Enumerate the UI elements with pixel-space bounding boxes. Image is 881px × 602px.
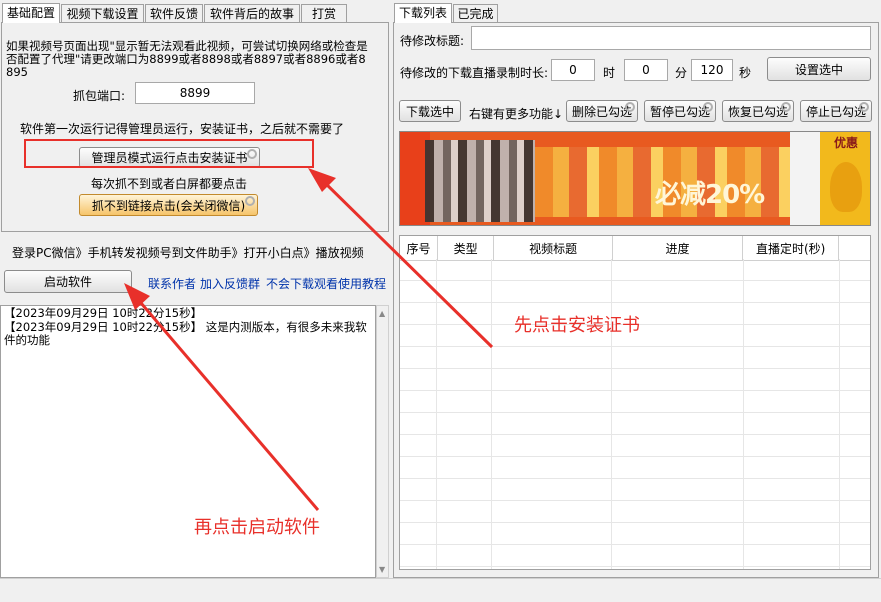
arrow-to-certificate <box>318 176 494 349</box>
tab-download-list[interactable]: 下载列表 <box>394 3 452 23</box>
arrow-head-start <box>124 283 150 310</box>
annotation-first-step: 先点击安装证书 <box>514 315 640 336</box>
annotation-second-step: 再点击启动软件 <box>194 517 320 538</box>
tab-basic-config[interactable]: 基础配置 <box>2 3 60 23</box>
annotation-arrows <box>124 168 494 511</box>
arrow-to-start <box>133 295 320 511</box>
